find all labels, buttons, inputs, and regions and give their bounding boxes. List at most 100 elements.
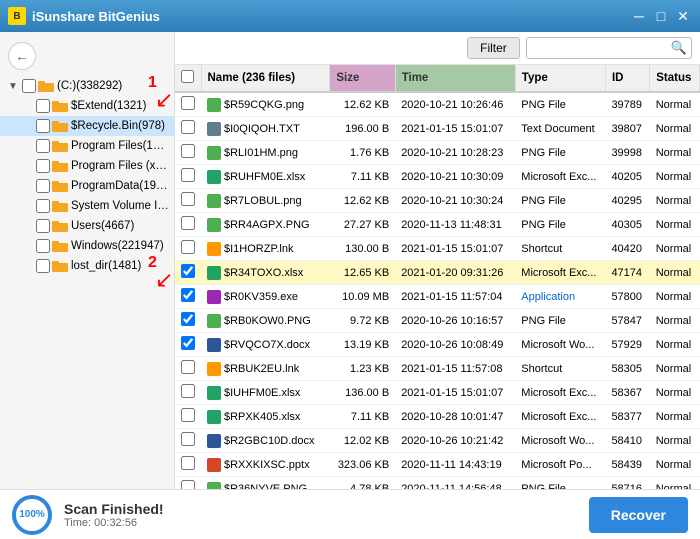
table-row[interactable]: $RR4AGPX.PNG27.27 KB2020-11-13 11:48:31P… — [175, 213, 700, 237]
row-checkbox[interactable] — [181, 480, 195, 489]
table-row[interactable]: $R0KV359.exe10.09 MB2021-01-15 11:57:04A… — [175, 285, 700, 309]
tree-checkbox[interactable] — [22, 79, 36, 93]
table-row[interactable]: $RBUK2EU.lnk1.23 KB2021-01-15 11:57:08Sh… — [175, 357, 700, 381]
scan-time: Time: 00:32:56 — [64, 517, 577, 529]
row-checkbox[interactable] — [181, 144, 195, 158]
select-all-checkbox[interactable] — [181, 70, 194, 83]
row-checkbox[interactable] — [181, 216, 195, 230]
table-body: $R59CQKG.png12.62 KB2020-10-21 10:26:46P… — [175, 92, 700, 489]
row-checkbox[interactable] — [181, 192, 195, 206]
row-checkbox[interactable] — [181, 312, 195, 326]
row-checkbox[interactable] — [181, 240, 195, 254]
tree-label: Program Files (x86)(7470) — [71, 160, 170, 172]
back-button[interactable]: ← — [8, 42, 36, 70]
sidebar-item-program-data[interactable]: ProgramData(1955) — [0, 176, 174, 196]
maximize-button[interactable]: □ — [652, 7, 670, 25]
cell-id: 47174 — [605, 261, 649, 285]
cell-type: Microsoft Exc... — [515, 381, 605, 405]
cell-id: 39998 — [605, 141, 649, 165]
cell-type: Text Document — [515, 117, 605, 141]
col-header-status[interactable]: Status — [650, 65, 700, 92]
tree-checkbox[interactable] — [36, 179, 50, 193]
row-checkbox[interactable] — [181, 456, 195, 470]
tree-checkbox[interactable] — [36, 219, 50, 233]
close-button[interactable]: ✕ — [674, 7, 692, 25]
cell-id: 40295 — [605, 189, 649, 213]
cell-size: 196.00 B — [330, 117, 395, 141]
table-row[interactable]: $RUHFM0E.xlsx7.11 KB2020-10-21 10:30:09M… — [175, 165, 700, 189]
col-header-size[interactable]: Size — [330, 65, 395, 92]
table-row[interactable]: $IUHFM0E.xlsx136.00 B2021-01-15 15:01:07… — [175, 381, 700, 405]
sidebar-item-lost-dir[interactable]: lost_dir(1481) — [0, 256, 174, 276]
sidebar-item-recycle[interactable]: $Recycle.Bin(978) — [0, 116, 174, 136]
minimize-button[interactable]: ─ — [630, 7, 648, 25]
cell-name: $RBUK2EU.lnk — [201, 357, 330, 381]
recover-button[interactable]: Recover — [589, 497, 688, 533]
row-checkbox[interactable] — [181, 264, 195, 278]
tree-checkbox[interactable] — [36, 199, 50, 213]
table-row[interactable]: $R36NYVE.PNG4.78 KB2020-11-11 14:56:48PN… — [175, 477, 700, 490]
cell-id: 58305 — [605, 357, 649, 381]
tree-label: $Recycle.Bin(978) — [71, 120, 165, 132]
tree-checkbox[interactable] — [36, 139, 50, 153]
table-row[interactable]: $RB0KOW0.PNG9.72 KB2020-10-26 10:16:57PN… — [175, 309, 700, 333]
filter-button[interactable]: Filter — [467, 37, 520, 59]
search-icon[interactable]: 🔍 — [671, 40, 687, 56]
cell-size: 10.09 MB — [330, 285, 395, 309]
table-row[interactable]: $RXXKIXSC.pptx323.06 KB2020-11-11 14:43:… — [175, 453, 700, 477]
file-icon — [207, 482, 221, 490]
file-table-container: Name (236 files)SizeTimeTypeIDStatus $R5… — [175, 65, 700, 489]
table-row[interactable]: $R7LOBUL.png12.62 KB2020-10-21 10:30:24P… — [175, 189, 700, 213]
col-header-type[interactable]: Type — [515, 65, 605, 92]
tree-checkbox[interactable] — [36, 99, 50, 113]
sidebar-item-users[interactable]: Users(4667) — [0, 216, 174, 236]
row-checkbox[interactable] — [181, 120, 195, 134]
cell-time: 2020-10-21 10:30:09 — [395, 165, 515, 189]
table-row[interactable]: $I1HORZP.lnk130.00 B2021-01-15 15:01:07S… — [175, 237, 700, 261]
cell-time: 2021-01-15 15:01:07 — [395, 117, 515, 141]
cell-type: Microsoft Exc... — [515, 165, 605, 189]
tree-checkbox[interactable] — [36, 119, 50, 133]
table-row[interactable]: $R2GBC10D.docx12.02 KB2020-10-26 10:21:4… — [175, 429, 700, 453]
search-input[interactable] — [531, 41, 671, 55]
tree-label: Program Files(12576) — [71, 140, 170, 152]
sidebar-item-system-volume[interactable]: System Volume Information(6) — [0, 196, 174, 216]
sidebar-item-windows[interactable]: Windows(221947) — [0, 236, 174, 256]
file-icon — [207, 218, 221, 232]
cell-time: 2020-11-11 14:43:19 — [395, 453, 515, 477]
cell-type: Microsoft Exc... — [515, 405, 605, 429]
row-checkbox[interactable] — [181, 336, 195, 350]
table-row[interactable]: $RLI01HM.png1.76 KB2020-10-21 10:28:23PN… — [175, 141, 700, 165]
title-bar-controls: ─ □ ✕ — [630, 7, 692, 25]
col-header-time[interactable]: Time — [395, 65, 515, 92]
sidebar-item-c-drive[interactable]: ▼(C:)(338292) — [0, 76, 174, 96]
tree-checkbox[interactable] — [36, 239, 50, 253]
sidebar-item-extend[interactable]: $Extend(1321) — [0, 96, 174, 116]
cell-size: 9.72 KB — [330, 309, 395, 333]
cell-type: Application — [515, 285, 605, 309]
tree-label: Users(4667) — [71, 220, 134, 232]
scan-status: Scan Finished! — [64, 501, 577, 517]
table-row[interactable]: $I0QIQOH.TXT196.00 B2021-01-15 15:01:07T… — [175, 117, 700, 141]
row-checkbox[interactable] — [181, 360, 195, 374]
table-row[interactable]: $R34TOXO.xlsx12.65 KB2021-01-20 09:31:26… — [175, 261, 700, 285]
table-row[interactable]: $RVQCO7X.docx13.19 KB2020-10-26 10:08:49… — [175, 333, 700, 357]
sidebar-item-program-files-x86[interactable]: Program Files (x86)(7470) — [0, 156, 174, 176]
table-row[interactable]: $RPXK405.xlsx7.11 KB2020-10-28 10:01:47M… — [175, 405, 700, 429]
row-checkbox[interactable] — [181, 408, 195, 422]
row-checkbox[interactable] — [181, 432, 195, 446]
table-row[interactable]: $R59CQKG.png12.62 KB2020-10-21 10:26:46P… — [175, 92, 700, 117]
tree-toggle[interactable]: ▼ — [8, 81, 22, 92]
row-checkbox[interactable] — [181, 384, 195, 398]
table-header: Name (236 files)SizeTimeTypeIDStatus — [175, 65, 700, 92]
tree-checkbox[interactable] — [36, 159, 50, 173]
row-checkbox[interactable] — [181, 288, 195, 302]
tree-checkbox[interactable] — [36, 259, 50, 273]
cell-id: 39789 — [605, 92, 649, 117]
row-checkbox[interactable] — [181, 96, 195, 110]
sidebar-item-program-files[interactable]: Program Files(12576) — [0, 136, 174, 156]
col-header-name[interactable]: Name (236 files) — [201, 65, 330, 92]
col-header-id[interactable]: ID — [605, 65, 649, 92]
cell-status: Normal — [650, 189, 700, 213]
row-checkbox[interactable] — [181, 168, 195, 182]
